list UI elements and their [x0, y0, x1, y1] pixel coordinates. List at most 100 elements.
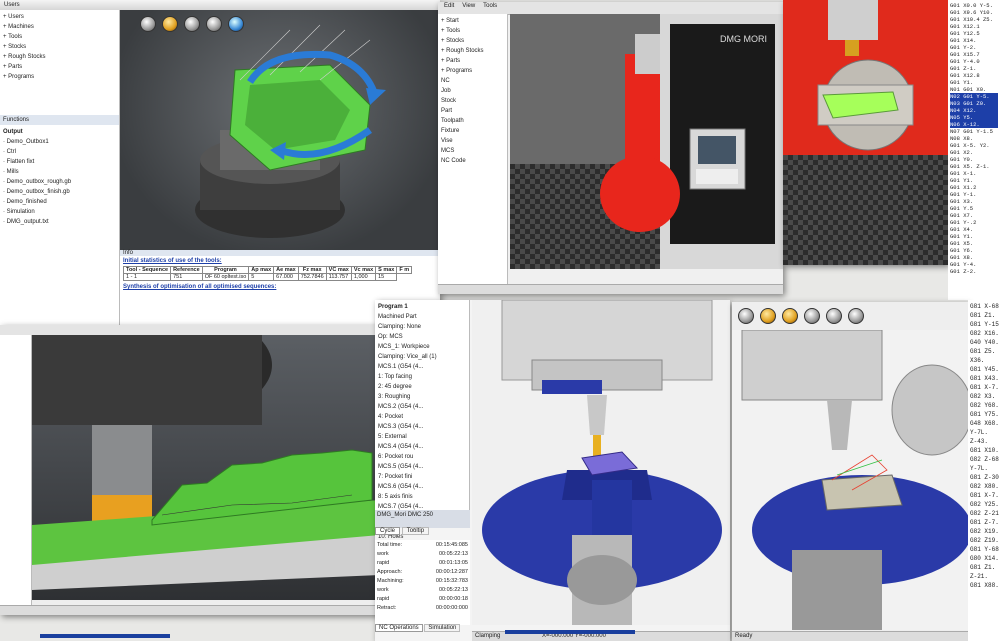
gcode-line[interactable]: G81 Z5. [970, 347, 998, 356]
gcode-line[interactable]: G01 X9.6 Y10. [950, 9, 998, 16]
play-icon[interactable] [759, 308, 776, 324]
gcode-line[interactable]: N08 X8. [950, 135, 998, 142]
output-item[interactable]: · Mills [3, 167, 116, 177]
viewport-3d[interactable] [120, 10, 440, 250]
subtree-item[interactable]: Vise [441, 136, 504, 146]
gcode-listing-bottom[interactable]: G81 X-68. G81 Z1. G81 Y-15. G82 X16. G40 Y40… [968, 300, 1000, 641]
menu-tools[interactable]: Tools [483, 3, 497, 9]
menu-view[interactable]: View [462, 3, 475, 9]
gcode-line[interactable]: G01 Y-2. [950, 44, 998, 51]
operation-item[interactable]: MCS.6 (G54 (4... [378, 482, 466, 492]
pause-icon[interactable] [825, 308, 842, 324]
gcode-line[interactable]: G81 X43. [970, 374, 999, 383]
fivex-viewport[interactable] [732, 329, 968, 630]
subtree-item[interactable]: NC Code [441, 156, 504, 166]
gcode-line[interactable]: G01 X4. [950, 226, 998, 233]
operation-item[interactable]: MCS.1 (G54 (4... [378, 362, 466, 372]
gcode-line[interactable]: G01 X14. [950, 37, 998, 44]
step-icon[interactable] [781, 308, 798, 324]
gcode-line[interactable]: G82 Y25. [970, 500, 999, 509]
tab-nc-operations[interactable]: NC Operations [375, 624, 423, 632]
gcode-line[interactable]: G01 Y6. [950, 247, 998, 254]
home-view-icon[interactable] [738, 308, 754, 324]
gcode-line[interactable]: G01 X7. [950, 212, 998, 219]
roughing-viewport[interactable] [32, 325, 380, 600]
gcode-line[interactable]: G01 Y1. [950, 177, 998, 184]
tree-item[interactable]: + Start [441, 16, 504, 26]
gcode-line[interactable]: G82 X3. [970, 392, 998, 401]
tab-tooltip[interactable]: Tooltip [401, 527, 430, 535]
gcode-line[interactable]: G01 X1.2 [950, 184, 998, 191]
tree-item[interactable]: + Tools [3, 32, 116, 42]
gcode-line[interactable]: G01 X15.7 [950, 51, 998, 58]
gcode-line[interactable]: G81 X10. [970, 446, 999, 455]
output-item[interactable]: · Demo_outbox_finish.gb [3, 187, 116, 197]
tab-simulation[interactable]: Simulation [424, 624, 461, 632]
output-item[interactable]: · Demo_outbox_rough.gb [3, 177, 116, 187]
subtree-item[interactable]: Fixture [441, 126, 504, 136]
gcode-line[interactable]: G01 Z-2. [950, 268, 998, 275]
gcode-line[interactable]: G81 Y-68. [970, 545, 1000, 554]
gcode-line[interactable]: G01 X5. Z-1. [950, 163, 998, 170]
gcode-line[interactable]: N04 X12. [950, 107, 998, 114]
operation-item[interactable]: MCS.5 (G54 (4... [378, 462, 466, 472]
output-item[interactable]: · Demo_Outbox1 [3, 137, 116, 147]
operation-item[interactable]: Machined Part [378, 312, 466, 322]
operation-item[interactable]: 1: Top facing [378, 372, 466, 382]
output-item[interactable]: · Ctrl [3, 147, 116, 157]
operation-item[interactable]: 4: Pocket [378, 412, 466, 422]
gcode-line[interactable]: G01 X12.8 [950, 72, 998, 79]
gcode-line[interactable]: G81 Z1. [970, 311, 998, 320]
tree-item[interactable]: + Stocks [441, 36, 504, 46]
output-item[interactable]: · Simulation [3, 207, 116, 217]
gcode-line[interactable]: G01 Y0. [950, 156, 998, 163]
gcode-line[interactable]: G82 X19. [970, 527, 999, 536]
operation-item[interactable]: 5: External [378, 432, 466, 442]
gcode-line[interactable]: G01 Y.5 [950, 205, 998, 212]
gcode-line[interactable]: G01 X3. [950, 198, 998, 205]
tree-item[interactable]: + Programs [3, 72, 116, 82]
gcode-line[interactable]: G82 X80. [970, 482, 999, 491]
gcode-line[interactable]: G01 Y-4.0 [950, 58, 998, 65]
gcode-line[interactable]: G82 Y68. [970, 401, 999, 410]
gcode-line[interactable]: G81 X-68. [970, 302, 1000, 311]
gcode-line[interactable]: N05 Y5. [950, 114, 998, 121]
tree-item[interactable]: + Stocks [3, 42, 116, 52]
tree-item[interactable]: + Rough Stocks [3, 52, 116, 62]
gcode-line[interactable]: G01 Y-1. [950, 191, 998, 198]
gcode-line[interactable]: G82 Z-68. [970, 455, 1000, 464]
machine-viewport[interactable]: DMG MORI [510, 14, 783, 269]
gcode-line[interactable]: Z-43. [970, 437, 998, 446]
gcode-line[interactable]: G01 X10.4 Z5. [950, 16, 998, 23]
gcode-line[interactable]: N02 G01 Y-5. [950, 93, 998, 100]
subtree-item[interactable]: NC [441, 76, 504, 86]
operation-item[interactable]: MCS.4 (G54 (4... [378, 442, 466, 452]
operation-item[interactable]: MCS.3 (G54 (4... [378, 422, 466, 432]
operation-item[interactable]: 8: 5 axis finis [378, 492, 466, 502]
gcode-line[interactable]: G81 Z-30. [970, 473, 1000, 482]
gcode-line[interactable]: G82 X16. [970, 329, 999, 338]
gcode-line[interactable]: G01 X0.0 Y-5. [950, 2, 998, 9]
gcode-line[interactable]: G80 X14. [970, 554, 999, 563]
tree-item[interactable]: + Machines [3, 22, 116, 32]
operation-item[interactable]: 3: Roughing [378, 392, 466, 402]
gcode-line[interactable]: G01 Z-1. [950, 65, 998, 72]
operation-item[interactable]: 2: 45 degree [378, 382, 466, 392]
operation-item[interactable]: 7: Pocket fini [378, 472, 466, 482]
gcode-line[interactable]: G81 X-7. [970, 383, 999, 392]
gcode-line[interactable]: G01 Y1. [950, 233, 998, 240]
menu-edit[interactable]: Edit [444, 3, 454, 9]
gcode-line[interactable]: G40 Y40. [970, 338, 999, 347]
gcode-line[interactable]: N07 G01 Y-1.5 [950, 128, 998, 135]
gcode-line[interactable]: X36. [970, 356, 998, 365]
gcode-line[interactable]: G82 Z-21. [970, 509, 1000, 518]
gcode-line[interactable]: G81 X-7. [970, 491, 999, 500]
gcode-line[interactable]: G81 Y45. [970, 365, 999, 374]
subtree-item[interactable]: Stock [441, 96, 504, 106]
gcode-line[interactable]: G01 Y1. [950, 79, 998, 86]
gcode-line[interactable]: G01 Y-.2 [950, 219, 998, 226]
operation-item[interactable]: 6: Pocket rou [378, 452, 466, 462]
tree-item[interactable]: + Tools [441, 26, 504, 36]
operation-item[interactable]: Op: MCS [378, 332, 466, 342]
output-item[interactable]: · Demo_finished [3, 197, 116, 207]
